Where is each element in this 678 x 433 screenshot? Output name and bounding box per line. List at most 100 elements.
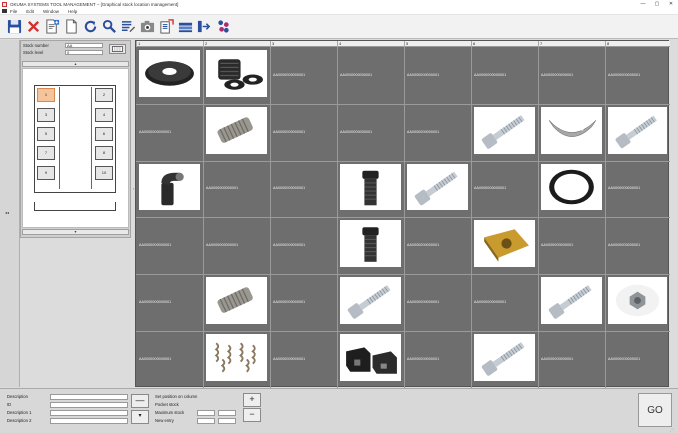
description-label: Description [7, 394, 28, 399]
tool-image-bolt[interactable] [608, 107, 667, 154]
tool-code-cell[interactable]: AA0000000000001 [139, 243, 171, 247]
tool-code-cell[interactable]: AA0000000000001 [273, 357, 305, 361]
tool-image-insert[interactable] [474, 220, 535, 267]
tool-code-cell[interactable]: AA0000000000001 [407, 300, 439, 304]
tool-code-cell[interactable]: AA0000000000001 [340, 73, 372, 77]
tool-code-cell[interactable]: AA0000000000001 [273, 130, 305, 134]
tool-image-torxscrew[interactable] [340, 220, 401, 267]
tool-code-cell[interactable]: AA0000000000001 [608, 186, 640, 190]
tool-code-cell[interactable]: AA0000000000001 [541, 243, 573, 247]
magazine-slot-6[interactable]: 6 [95, 127, 113, 141]
tool-code-cell[interactable]: AA0000000000001 [139, 300, 171, 304]
tool-image-clamp[interactable] [340, 334, 401, 381]
tool-code-cell[interactable]: AA0000000000001 [139, 130, 171, 134]
tool-image-elbow[interactable] [139, 164, 200, 210]
tool-code-cell[interactable]: AA0000000000001 [608, 243, 640, 247]
tool-image-washers[interactable] [206, 50, 267, 97]
tool-code-cell[interactable]: AA0000000000001 [474, 300, 506, 304]
tool-code-cell[interactable]: AA0000000000001 [273, 300, 305, 304]
tool-code-cell[interactable]: AA0000000000001 [139, 357, 171, 361]
tool-code-cell[interactable]: AA0000000000001 [273, 186, 305, 190]
list-edit-button[interactable] [119, 18, 137, 36]
tool-image-bolt[interactable] [541, 277, 602, 324]
bottom-details-bar: Description ID Description 1 Description… [0, 388, 678, 433]
tool-code-cell[interactable]: AA0000000000001 [608, 357, 640, 361]
maximum-stock-field-2[interactable] [218, 410, 236, 416]
tool-image-torxscrew[interactable] [340, 164, 401, 210]
camera-button[interactable] [138, 18, 156, 36]
close-button[interactable]: ✕ [664, 1, 678, 7]
magazine-slot-8[interactable]: 8 [95, 146, 113, 160]
magazine-slot-7[interactable]: 7 [37, 146, 55, 160]
tool-code-cell[interactable]: AA0000000000001 [541, 73, 573, 77]
new-document-button[interactable] [62, 18, 80, 36]
tool-code-cell[interactable]: AA0000000000001 [273, 73, 305, 77]
minimize-button[interactable]: — [636, 1, 650, 7]
tool-code-cell[interactable]: AA0000000000001 [340, 130, 372, 134]
refresh-button[interactable] [81, 18, 99, 36]
save-button[interactable] [5, 18, 23, 36]
tool-image-bolt[interactable] [474, 107, 535, 154]
tool-code-cell[interactable]: AA0000000000001 [407, 130, 439, 134]
tool-code-cell[interactable]: AA0000000000001 [474, 186, 506, 190]
description-field[interactable] [50, 394, 128, 400]
tool-image-springs[interactable] [206, 334, 267, 381]
tool-code-cell[interactable]: AA0000000000001 [206, 243, 238, 247]
increment-button[interactable]: + [243, 393, 261, 407]
tool-image-bolt[interactable] [340, 277, 401, 324]
tool-code-cell[interactable]: AA0000000000001 [273, 243, 305, 247]
tool-code-cell[interactable]: AA0000000000001 [407, 243, 439, 247]
menu-window[interactable]: Window [43, 9, 59, 14]
layers-button[interactable] [176, 18, 194, 36]
magazine-slot-3[interactable]: 3 [37, 108, 55, 122]
tool-image-bolt[interactable] [474, 334, 535, 381]
system-menu-icon[interactable] [2, 9, 7, 13]
tool-image-setscrew[interactable] [206, 107, 267, 154]
magazine-scroll-down-button[interactable]: ▾ [22, 229, 129, 235]
keyboard-button[interactable] [109, 44, 126, 54]
users-button[interactable] [214, 18, 232, 36]
stock-number-field[interactable]: AA [65, 43, 103, 48]
menu-edit[interactable]: Edit [26, 9, 34, 14]
new-entry-field-2[interactable] [218, 418, 236, 424]
magazine-slot-10[interactable]: 10 [95, 166, 113, 180]
magazine-slot-2[interactable]: 2 [95, 88, 113, 102]
tool-code-cell[interactable]: AA0000000000001 [407, 73, 439, 77]
tool-image-bolt[interactable] [407, 164, 468, 210]
magazine-slot-1[interactable]: 1 [37, 88, 55, 102]
tool-code-cell[interactable]: AA0000000000001 [206, 186, 238, 190]
id-field[interactable] [50, 402, 128, 408]
export-button[interactable] [157, 18, 175, 36]
tool-code-cell[interactable]: AA0000000000001 [474, 73, 506, 77]
delete-button[interactable] [24, 18, 42, 36]
stock-level-field[interactable]: 0 [65, 50, 103, 55]
tool-code-cell[interactable]: AA0000000000001 [608, 73, 640, 77]
tool-image-nut[interactable] [608, 277, 667, 324]
stock-panel: Stock number AA Stock level 0 ▴ 1 2 3 4 … [20, 40, 131, 238]
move-down-button[interactable]: ▾ [131, 410, 149, 424]
search-button[interactable] [100, 18, 118, 36]
magazine-scroll-up-button[interactable]: ▴ [22, 61, 129, 67]
menu-help[interactable]: Help [68, 9, 77, 14]
new-entry-field[interactable] [197, 418, 215, 424]
transfer-button[interactable] [195, 18, 213, 36]
remove-button[interactable]: — [131, 394, 149, 408]
magazine-slot-9[interactable]: 9 [37, 166, 55, 180]
magazine-slot-4[interactable]: 4 [95, 108, 113, 122]
description-1-field[interactable] [50, 410, 128, 416]
tool-image-setscrew[interactable] [206, 277, 267, 324]
tool-image-clip[interactable] [541, 107, 602, 154]
tool-image-washer[interactable] [139, 50, 200, 97]
magazine-slot-5[interactable]: 5 [37, 127, 55, 141]
decrement-button[interactable]: − [243, 408, 261, 422]
collapse-arrow-icon[interactable]: ◂◂ [5, 210, 9, 215]
maximum-stock-field[interactable] [197, 410, 215, 416]
tool-code-cell[interactable]: AA0000000000001 [407, 357, 439, 361]
menu-file[interactable]: File [10, 9, 17, 14]
tool-code-cell[interactable]: AA0000000000001 [541, 357, 573, 361]
maximize-button[interactable]: ▢ [650, 1, 664, 7]
tool-image-oring[interactable] [541, 164, 602, 210]
add-document-button[interactable] [43, 18, 61, 36]
go-button[interactable]: GO [638, 393, 672, 427]
description-2-field[interactable] [50, 418, 128, 424]
